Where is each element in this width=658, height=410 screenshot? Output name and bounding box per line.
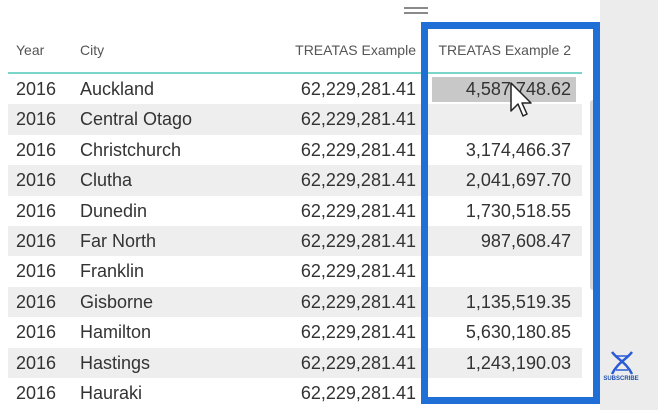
cell-treatas-example[interactable]: 62,229,281.41	[301, 109, 416, 130]
mouse-cursor-icon	[510, 82, 532, 117]
subscribe-label[interactable]: SUBSCRIBE	[601, 376, 641, 382]
column-header-year[interactable]: Year	[16, 42, 44, 58]
cell-treatas-example[interactable]: 62,229,281.41	[301, 170, 416, 191]
cell-treatas-example[interactable]: 62,229,281.41	[301, 322, 416, 343]
cell-city[interactable]: Clutha	[80, 170, 132, 191]
cell-treatas-example[interactable]: 62,229,281.41	[301, 140, 416, 161]
cell-city[interactable]: Franklin	[80, 261, 144, 282]
cell-year[interactable]: 2016	[16, 140, 56, 161]
cell-city[interactable]: Hauraki	[80, 383, 142, 404]
cell-year[interactable]: 2016	[16, 261, 56, 282]
column-header-treatas-example[interactable]: TREATAS Example	[295, 42, 416, 58]
cell-year[interactable]: 2016	[16, 79, 56, 100]
cell-treatas-example[interactable]: 62,229,281.41	[301, 231, 416, 252]
highlight-frame	[421, 22, 600, 404]
dna-icon[interactable]	[608, 350, 636, 376]
cell-year[interactable]: 2016	[16, 201, 56, 222]
cell-city[interactable]: Far North	[80, 231, 156, 252]
cell-treatas-example[interactable]: 62,229,281.41	[301, 201, 416, 222]
cell-year[interactable]: 2016	[16, 322, 56, 343]
cell-year[interactable]: 2016	[16, 170, 56, 191]
cell-city[interactable]: Hamilton	[80, 322, 151, 343]
cell-year[interactable]: 2016	[16, 231, 56, 252]
cell-treatas-example[interactable]: 62,229,281.41	[301, 292, 416, 313]
cell-year[interactable]: 2016	[16, 383, 56, 404]
drag-handle-icon[interactable]	[404, 7, 428, 15]
cell-city[interactable]: Central Otago	[80, 109, 192, 130]
cell-year[interactable]: 2016	[16, 292, 56, 313]
cell-treatas-example[interactable]: 62,229,281.41	[301, 79, 416, 100]
cell-city[interactable]: Christchurch	[80, 140, 181, 161]
cell-year[interactable]: 2016	[16, 353, 56, 374]
column-header-city[interactable]: City	[80, 42, 104, 58]
cell-city[interactable]: Hastings	[80, 353, 150, 374]
cell-city[interactable]: Auckland	[80, 79, 154, 100]
cell-city[interactable]: Gisborne	[80, 292, 153, 313]
cell-treatas-example[interactable]: 62,229,281.41	[301, 383, 416, 404]
cell-treatas-example[interactable]: 62,229,281.41	[301, 353, 416, 374]
cell-treatas-example[interactable]: 62,229,281.41	[301, 261, 416, 282]
cell-city[interactable]: Dunedin	[80, 201, 147, 222]
cell-year[interactable]: 2016	[16, 109, 56, 130]
